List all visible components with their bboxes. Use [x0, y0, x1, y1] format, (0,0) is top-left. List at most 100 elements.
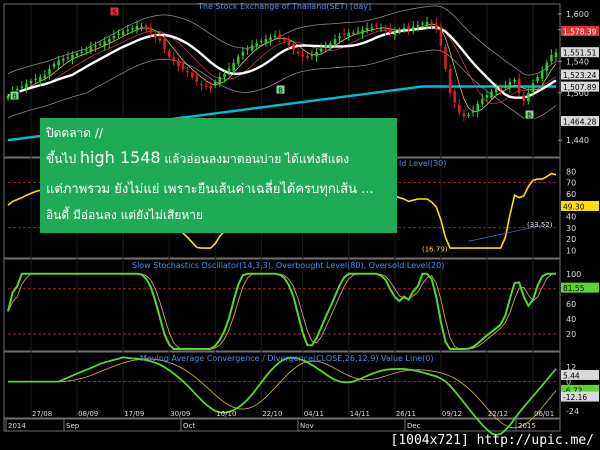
price-candle: [365, 28, 369, 31]
price-label-text: 1,578.39: [563, 27, 597, 36]
price-candle: [481, 99, 484, 104]
price-candle: [306, 55, 309, 59]
date-tick-label: 08/09: [78, 410, 98, 418]
price-candle: [398, 29, 401, 33]
stoch-panel-title: Slow Stochastics Oscillator(14,3,3), Ove…: [132, 261, 445, 270]
date-tick-label: 06/01: [534, 410, 554, 418]
price-candle: [292, 43, 295, 50]
price-candle: [126, 29, 129, 32]
price-tick-label: 1,440: [566, 136, 589, 145]
price-candle: [283, 39, 286, 41]
price-candle: [218, 77, 222, 84]
price-label-text: 1,464.28: [563, 118, 597, 127]
price-candle: [117, 33, 120, 35]
price-candle: [430, 22, 433, 25]
price-candle: [540, 70, 544, 79]
price-candle: [379, 28, 383, 30]
price-candle: [361, 29, 364, 34]
price-label-text: 1,551.51: [563, 49, 597, 58]
price-candle: [338, 36, 341, 39]
note-line-2a: ขึ้นไป: [46, 152, 77, 166]
date-tick-label: 10/10: [216, 410, 236, 418]
price-candle: [375, 24, 378, 27]
price-candle: [517, 78, 521, 93]
rsi-tick-label: 10: [566, 246, 576, 255]
price-candle: [278, 33, 281, 38]
price-candle: [513, 80, 516, 82]
price-candle: [333, 39, 337, 44]
price-candle: [144, 25, 148, 30]
price-candle: [260, 40, 263, 42]
price-candle: [71, 54, 74, 60]
price-candle: [402, 28, 406, 30]
price-candle: [315, 51, 318, 57]
month-label: 2014: [8, 422, 26, 430]
price-candle: [172, 57, 176, 62]
price-candle: [319, 48, 323, 52]
price-candle: [89, 47, 93, 51]
price-candle: [255, 43, 258, 46]
note-line-2b: high 1548: [79, 148, 161, 167]
date-tick-label: 04/11: [304, 410, 324, 418]
month-label: Sep: [66, 422, 80, 430]
date-tick-label: 22/12: [488, 410, 508, 418]
short-moving-average: [7, 23, 557, 113]
price-candle: [273, 36, 277, 38]
date-tick-label: 14/11: [350, 410, 370, 418]
price-candle: [140, 26, 143, 28]
note-line-2: ขึ้นไป high 1548 แล้วอ่อนลงมาตอนบ่าย ได้…: [46, 148, 349, 169]
price-tick-label: 1,600: [566, 10, 589, 19]
rsi-tick-label: 70: [566, 179, 576, 188]
note-line-2c: แล้วอ่อนลงมาตอนบ่าย ได้แท่งสีแดง: [164, 152, 350, 166]
stoch-tick-label: 20: [566, 330, 576, 339]
macd-line: [8, 356, 557, 436]
price-candle: [425, 21, 429, 26]
analyst-note: ปิดตลาด // ขึ้นไป high 1548 แล้วอ่อนลงมา…: [40, 118, 397, 233]
price-label-text: 1,523.24: [563, 71, 597, 80]
price-panel-title: The Stock Exchange of Thailand(SET) [day…: [198, 2, 372, 11]
price-candle: [439, 27, 443, 46]
macd-value-label: 5.44: [563, 371, 580, 380]
date-tick-label: 27/08: [32, 410, 52, 418]
price-candle: [287, 40, 291, 46]
date-tick-label: 22/10: [262, 410, 282, 418]
price-candle: [536, 77, 539, 81]
price-candle: [236, 56, 240, 64]
note-line-1: ปิดตลาด //: [46, 126, 103, 140]
stoch-tick-label: 100: [566, 270, 581, 279]
price-candle: [499, 87, 502, 90]
price-candle: [347, 32, 351, 36]
price-candle: [370, 27, 374, 29]
price-candle: [324, 45, 328, 48]
price-candle: [490, 91, 493, 98]
signal-marker-label: B: [12, 93, 17, 101]
price-candle: [342, 33, 346, 35]
macd-tick-label: -24: [566, 407, 579, 416]
price-candle: [98, 43, 102, 46]
rsi-annotation: (33.52): [527, 221, 553, 229]
price-candle: [504, 86, 507, 88]
price-candle: [310, 54, 314, 57]
price-candle: [545, 62, 549, 71]
price-candle: [209, 85, 212, 89]
price-candle: [52, 63, 56, 67]
price-candle: [554, 52, 558, 58]
price-candle: [204, 85, 208, 87]
stoch-tick-label: 60: [566, 300, 576, 309]
price-candle: [241, 51, 245, 56]
price-candle: [550, 54, 553, 62]
price-candle: [135, 25, 139, 31]
price-candle: [66, 57, 70, 59]
price-candle: [352, 32, 355, 35]
stoch-value-label: 81.55: [563, 284, 585, 293]
price-candle: [85, 49, 88, 51]
price-candle: [264, 39, 268, 44]
price-candle: [25, 83, 28, 89]
stoch-tick-label: 40: [566, 315, 576, 324]
price-candle: [200, 84, 203, 86]
price-candle: [250, 45, 254, 51]
stoch-k-line: [7, 272, 556, 350]
price-candle: [48, 69, 51, 75]
price-candle: [508, 81, 512, 89]
price-candle: [131, 28, 134, 30]
